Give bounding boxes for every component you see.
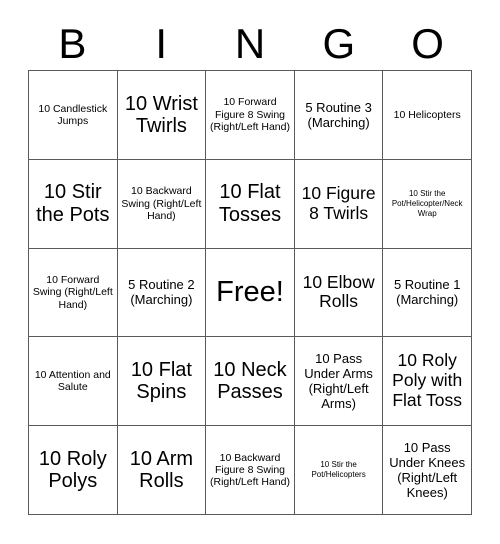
- bingo-cell[interactable]: 10 Backward Figure 8 Swing (Right/Left H…: [206, 426, 295, 515]
- bingo-cell[interactable]: 10 Stir the Pot/Helicopters: [294, 426, 384, 515]
- bingo-cell[interactable]: 10 Attention and Salute: [29, 337, 118, 427]
- bingo-cell-label: 10 Forward Swing (Right/Left Hand): [32, 273, 113, 311]
- bingo-letter-g: G: [322, 20, 356, 67]
- bingo-header-letters: B I N G O: [28, 18, 472, 70]
- bingo-grid: 10 Candlestick Jumps 10 Wrist Twirls 10 Fo…: [28, 70, 472, 515]
- bingo-cell[interactable]: 10 Flat Spins: [117, 337, 207, 427]
- bingo-cell[interactable]: 10 Forward Swing (Right/Left Hand): [29, 248, 118, 338]
- bingo-cell[interactable]: 10 Candlestick Jumps: [29, 71, 118, 160]
- bingo-cell-label: 10 Attention and Salute: [34, 368, 111, 394]
- bingo-cell-label: 10 Flat Tosses: [218, 181, 282, 226]
- bingo-cell[interactable]: 10 Stir the Pots: [29, 159, 118, 249]
- bingo-cell-label: 10 Pass Under Arms (Right/Left Arms): [304, 351, 373, 412]
- bingo-cell-label: 10 Roly Poly with Flat Toss: [392, 350, 463, 411]
- bingo-cell[interactable]: 10 Elbow Rolls: [294, 248, 384, 338]
- bingo-cell[interactable]: 10 Roly Poly with Flat Toss: [383, 337, 472, 427]
- bingo-cell-label: 5 Routine 2 (Marching): [128, 277, 195, 308]
- bingo-cell-label: 10 Wrist Twirls: [124, 92, 198, 137]
- bingo-card: B I N G O 10 Candlestick Jumps 10 Wrist T…: [0, 0, 500, 544]
- bingo-cell-label: 10 Stir the Pots: [36, 181, 110, 226]
- bingo-letter-n: N: [234, 20, 266, 67]
- bingo-cell[interactable]: 10 Pass Under Knees (Right/Left Knees): [383, 426, 472, 515]
- bingo-cell-label: 10 Neck Passes: [213, 358, 287, 404]
- bingo-cell-label: 10 Candlestick Jumps: [38, 102, 108, 127]
- bingo-letter-o: O: [411, 20, 444, 67]
- bingo-cell-label: 10 Roly Polys: [38, 447, 107, 493]
- bingo-cell-label: Free!: [216, 275, 284, 308]
- bingo-letter-i: I: [155, 20, 168, 67]
- bingo-cell[interactable]: 5 Routine 1 (Marching): [383, 248, 472, 338]
- bingo-cell[interactable]: 5 Routine 2 (Marching): [117, 248, 207, 338]
- bingo-cell-label: 5 Routine 3 (Marching): [305, 99, 372, 130]
- bingo-cell[interactable]: 10 Arm Rolls: [117, 426, 207, 515]
- bingo-cell[interactable]: 5 Routine 3 (Marching): [294, 71, 384, 160]
- bingo-cell[interactable]: 10 Forward Figure 8 Swing (Right/Left Ha…: [206, 71, 295, 160]
- bingo-cell[interactable]: 10 Flat Tosses: [206, 159, 295, 249]
- bingo-cell[interactable]: 10 Helicopters: [383, 71, 472, 160]
- bingo-cell-label: 10 Pass Under Knees (Right/Left Knees): [389, 439, 466, 501]
- bingo-cell[interactable]: 10 Stir the Pot/Helicopter/Neck Wrap: [383, 159, 472, 249]
- bingo-cell-label: 10 Stir the Pot/Helicopter/Neck Wrap: [391, 189, 463, 218]
- bingo-cell-label: 10 Backward Swing (Right/Left Hand): [121, 185, 202, 222]
- bingo-cell-label: 5 Routine 1 (Marching): [393, 277, 461, 308]
- bingo-cell[interactable]: 10 Wrist Twirls: [117, 71, 207, 160]
- bingo-cell-label: 10 Elbow Rolls: [302, 271, 375, 312]
- bingo-cell[interactable]: 10 Roly Polys: [29, 426, 118, 515]
- bingo-cell[interactable]: 10 Figure 8 Twirls: [294, 159, 384, 249]
- bingo-cell[interactable]: 10 Neck Passes: [206, 337, 295, 427]
- bingo-cell-label: 10 Backward Figure 8 Swing (Right/Left H…: [210, 451, 290, 489]
- bingo-cell[interactable]: 10 Pass Under Arms (Right/Left Arms): [294, 337, 384, 427]
- bingo-cell-label: 10 Helicopters: [393, 108, 461, 121]
- bingo-cell[interactable]: 10 Backward Swing (Right/Left Hand): [117, 159, 207, 249]
- bingo-cell-label: 10 Arm Rolls: [129, 447, 194, 493]
- bingo-cell-label: 10 Flat Spins: [130, 358, 192, 404]
- bingo-cell-label: 10 Forward Figure 8 Swing (Right/Left Ha…: [210, 96, 290, 134]
- bingo-cell-free[interactable]: Free!: [206, 248, 295, 338]
- bingo-letter-b: B: [58, 20, 87, 67]
- bingo-cell-label: 10 Stir the Pot/Helicopters: [311, 460, 366, 480]
- bingo-cell-label: 10 Figure 8 Twirls: [301, 182, 376, 223]
